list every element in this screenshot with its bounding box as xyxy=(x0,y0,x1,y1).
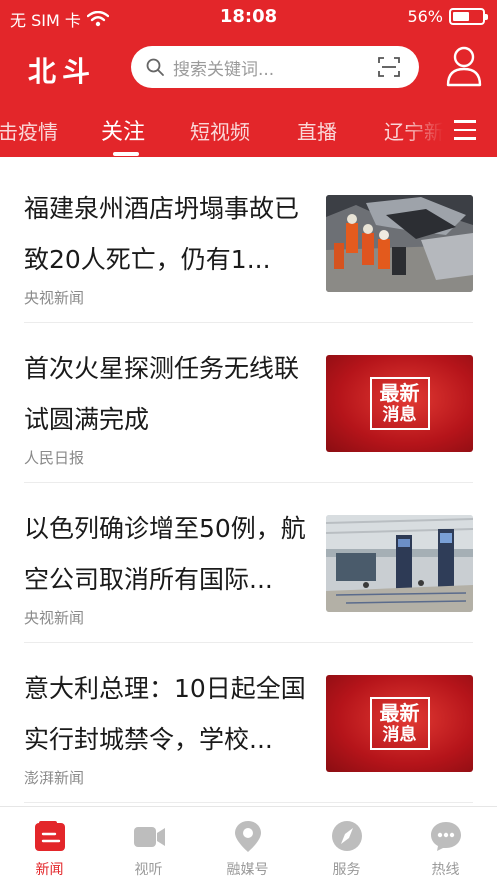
status-bar: 无 SIM 卡 18:08 56% xyxy=(0,0,497,34)
active-tab-indicator xyxy=(113,152,139,156)
battery-percent: 56% xyxy=(407,7,443,26)
scan-icon[interactable] xyxy=(377,55,401,79)
tab-label: 热线 xyxy=(431,862,460,878)
news-item[interactable]: 以色列确诊增至50例，航空公司取消所有国际... 央视新闻 xyxy=(24,483,473,643)
tab-media[interactable]: 融媒号 xyxy=(198,807,297,883)
top-bar: 北斗 搜索关键词... xyxy=(0,40,497,96)
badge-line-1: 最新 xyxy=(379,701,420,726)
status-right: 56% xyxy=(407,7,488,26)
breaking-news-badge: 最新 消息 xyxy=(369,377,430,430)
tab-label: 视听 xyxy=(134,862,163,878)
news-title[interactable]: 首次火星探测任务无线联试圆满完成 xyxy=(24,343,316,445)
news-source: 人民日报 xyxy=(24,449,85,467)
news-feed: 福建泉州酒店坍塌事故已致20人死亡，仍有1... 央视新闻 首次火星探测任务无线… xyxy=(0,163,497,803)
tab-label: 融媒号 xyxy=(226,862,269,878)
video-camera-icon xyxy=(134,827,165,847)
battery-icon xyxy=(449,8,488,25)
menu-line xyxy=(454,128,476,132)
breaking-news-thumbnail[interactable]: 最新 消息 xyxy=(326,355,473,452)
tab-video[interactable]: 视听 xyxy=(99,807,198,883)
news-title[interactable]: 以色列确诊增至50例，航空公司取消所有国际... xyxy=(24,503,316,605)
tab-hotline[interactable]: 热线 xyxy=(396,807,495,883)
badge-line-2: 消息 xyxy=(382,725,417,746)
airport-thumbnail[interactable] xyxy=(326,515,473,612)
menu-line xyxy=(454,137,476,140)
badge-line-1: 最新 xyxy=(379,381,420,406)
rescue-photo-image xyxy=(326,195,473,292)
location-pin-icon xyxy=(235,821,261,852)
breaking-news-thumbnail[interactable]: 最新 消息 xyxy=(326,675,473,772)
app-logo: 北斗 xyxy=(28,55,97,88)
breaking-news-badge: 最新 消息 xyxy=(369,697,430,750)
chat-bubble-icon xyxy=(431,822,461,851)
user-profile-icon[interactable] xyxy=(445,44,483,88)
channel-fade xyxy=(403,108,443,152)
menu-line xyxy=(454,120,476,123)
news-source: 央视新闻 xyxy=(24,609,85,627)
tab-service[interactable]: 服务 xyxy=(297,807,396,883)
app-header: 无 SIM 卡 18:08 56% 北斗 搜索关键词... 击疫情 关注 短视频… xyxy=(0,0,497,157)
news-item[interactable]: 意大利总理：10日起全国实行封城禁令，学校... 澎湃新闻 最新 消息 xyxy=(24,643,473,803)
collapse-rescue-thumbnail[interactable] xyxy=(326,195,473,292)
news-source: 央视新闻 xyxy=(24,289,85,307)
badge-line-2: 消息 xyxy=(382,405,417,426)
search-icon xyxy=(146,58,164,76)
tab-live[interactable]: 直播 xyxy=(297,116,337,145)
news-item[interactable]: 福建泉州酒店坍塌事故已致20人死亡，仍有1... 央视新闻 xyxy=(24,163,473,323)
tab-short-video[interactable]: 短视频 xyxy=(190,116,250,145)
compass-icon xyxy=(332,821,362,851)
channel-menu-button[interactable] xyxy=(443,108,487,152)
search-box[interactable]: 搜索关键词... xyxy=(131,46,419,88)
tab-epidemic[interactable]: 击疫情 xyxy=(0,116,58,145)
search-placeholder[interactable]: 搜索关键词... xyxy=(173,55,377,80)
tab-follow[interactable]: 关注 xyxy=(101,114,145,146)
tab-label: 服务 xyxy=(332,862,361,878)
bottom-tab-bar: 新闻 视听 融媒号 服务 热线 xyxy=(0,806,497,883)
news-icon xyxy=(35,821,65,851)
channel-tabs: 击疫情 关注 短视频 直播 辽宁新 xyxy=(0,108,497,156)
tab-label: 新闻 xyxy=(35,862,64,878)
news-item[interactable]: 首次火星探测任务无线联试圆满完成 人民日报 最新 消息 xyxy=(24,323,473,483)
news-title[interactable]: 意大利总理：10日起全国实行封城禁令，学校... xyxy=(24,663,316,765)
news-title[interactable]: 福建泉州酒店坍塌事故已致20人死亡，仍有1... xyxy=(24,183,316,285)
news-source: 澎湃新闻 xyxy=(24,769,85,787)
tab-news[interactable]: 新闻 xyxy=(0,807,99,883)
airport-photo-image xyxy=(326,515,473,612)
